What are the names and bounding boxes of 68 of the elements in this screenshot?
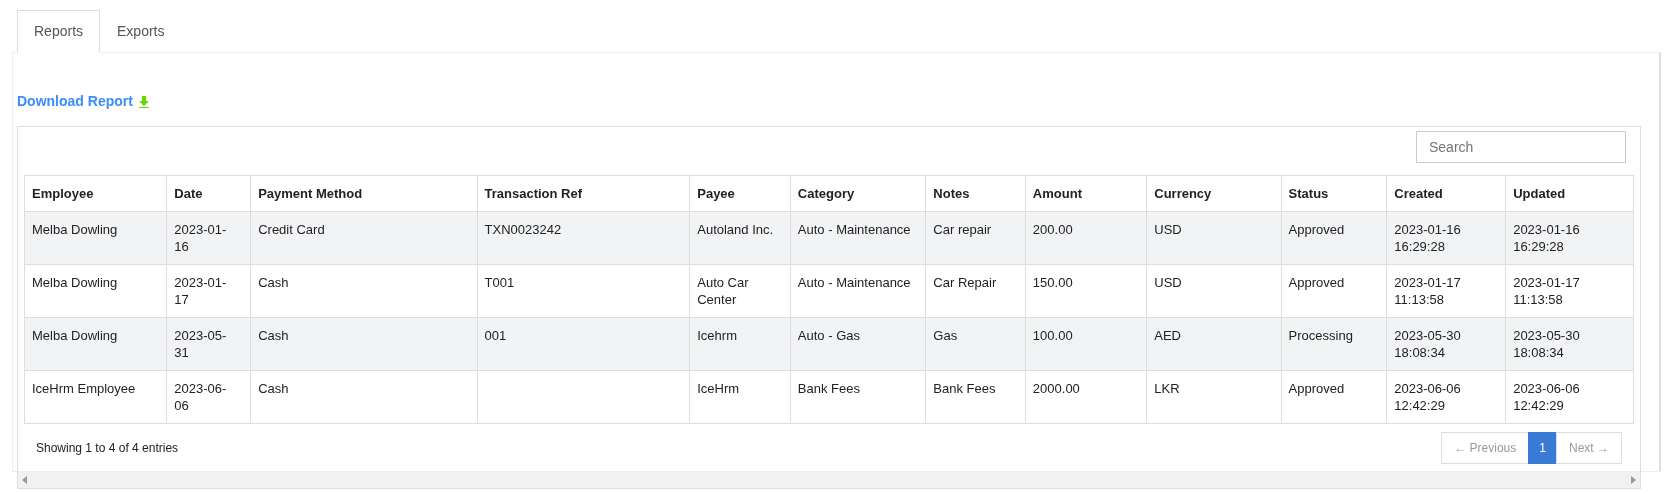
table-cell: Bank Fees <box>933 381 996 396</box>
table-cell: Credit Card <box>258 222 325 237</box>
table-cell-text: 2023-05-31 <box>174 327 228 361</box>
table-cell: Icehrm <box>697 328 737 343</box>
table-cell-text: 2023-06-06 12:42:29 <box>1513 380 1581 414</box>
table-cell: 001 <box>484 328 507 343</box>
column-header[interactable]: Currency <box>1146 175 1282 212</box>
table-cell-text: 2023-01-16 16:29:28 <box>1394 221 1462 255</box>
table-cell: IceHrm <box>697 381 740 396</box>
search-field[interactable]: Search <box>1416 131 1626 163</box>
column-header[interactable]: Updated <box>1505 175 1634 212</box>
table-cell-text: 2023-01-17 11:13:58 <box>1513 274 1581 308</box>
table-cell: Autoland Inc. <box>697 222 774 237</box>
table-cell-text: 2023-01-17 11:13:58 <box>1394 274 1462 308</box>
entries-info: Showing 1 to 4 of 4 entries <box>36 440 179 457</box>
page-button[interactable]: 1 <box>1528 432 1557 464</box>
right-arrow-icon[interactable] <box>1631 476 1636 484</box>
table-cell: 200.00 <box>1032 222 1073 237</box>
table-cell: USD <box>1154 222 1182 237</box>
table-cell: Processing <box>1288 328 1353 343</box>
table-cell: Melba Dowling <box>32 222 118 237</box>
table-cell-text: 2023-01-17 <box>174 274 228 308</box>
table-cell: Car Repair <box>933 275 997 290</box>
table-cell: Auto - Maintenance <box>797 222 911 237</box>
table-cell: 150.00 <box>1032 275 1073 290</box>
table-cell: 100.00 <box>1032 328 1073 343</box>
column-header[interactable]: Amount <box>1025 175 1147 212</box>
table-cell: USD <box>1154 275 1182 290</box>
table-cell-text: 2023-05-30 18:08:34 <box>1513 327 1581 361</box>
table-cell: Cash <box>258 275 289 290</box>
table-cell: Approved <box>1288 381 1345 396</box>
table-cell: IceHrm Employee <box>32 381 136 396</box>
table-cell: Melba Dowling <box>32 328 118 343</box>
table-cell-text: 2023-01-16 16:29:28 <box>1513 221 1581 255</box>
download-icon <box>138 95 149 108</box>
table-cell: Auto - Gas <box>797 328 860 343</box>
column-header[interactable]: Status <box>1281 175 1387 212</box>
table-cell: Auto Car Center <box>697 275 749 307</box>
tab[interactable]: Reports <box>17 10 101 53</box>
table-cell: Car repair <box>933 222 992 237</box>
column-header[interactable]: Payee <box>689 175 791 212</box>
column-header[interactable]: Transaction Ref <box>477 175 690 212</box>
table-cell: Melba Dowling <box>32 275 118 290</box>
column-header[interactable]: Notes <box>925 175 1026 212</box>
table-cell: Bank Fees <box>797 381 860 396</box>
horizontal-scrollbar[interactable] <box>18 472 1640 488</box>
table-cell: T001 <box>484 275 515 290</box>
column-header[interactable]: Created <box>1386 175 1506 212</box>
table-cell: TXN0023242 <box>484 222 562 237</box>
table-cell: 2000.00 <box>1032 381 1080 396</box>
tab[interactable]: Exports <box>100 10 182 53</box>
column-header[interactable]: Category <box>790 175 926 212</box>
table-cell-text: 2023-01-16 <box>174 221 228 255</box>
table-cell: Cash <box>258 381 289 396</box>
left-arrow-icon[interactable] <box>22 476 27 484</box>
table-cell: AED <box>1154 328 1181 343</box>
table-cell: Approved <box>1288 222 1345 237</box>
table-cell: Cash <box>258 328 289 343</box>
column-header[interactable]: Payment Method <box>250 175 477 212</box>
table-cell: Gas <box>933 328 958 343</box>
table-cell: Approved <box>1288 275 1345 290</box>
table-cell: LKR <box>1154 381 1180 396</box>
table-cell-text: 2023-06-06 12:42:29 <box>1394 380 1462 414</box>
column-header[interactable]: Date <box>166 175 251 212</box>
column-header[interactable]: Employee <box>24 175 167 212</box>
table-cell: Auto - Maintenance <box>797 275 911 290</box>
table-cell-text: 2023-06-06 <box>174 380 228 414</box>
table-cell-text: 2023-05-30 18:08:34 <box>1394 327 1462 361</box>
